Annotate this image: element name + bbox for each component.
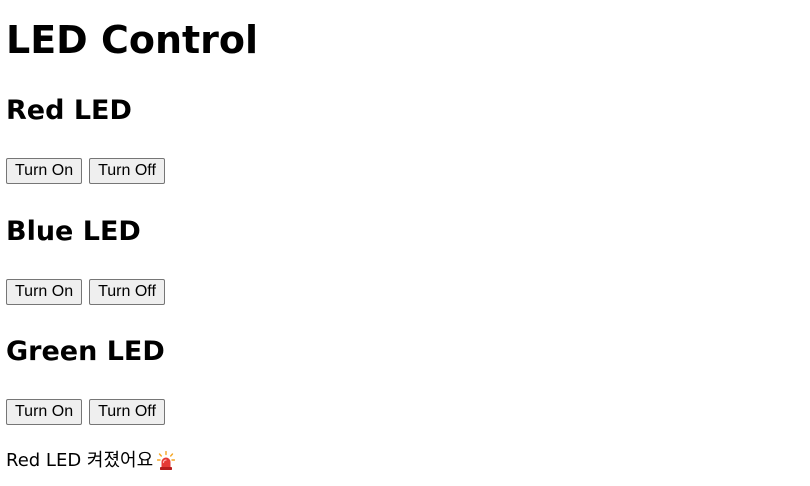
section-green-led: Green LED Turn On Turn Off — [6, 336, 165, 425]
red-led-turn-on-button[interactable]: Turn On — [6, 158, 83, 184]
blue-led-turn-on-button[interactable]: Turn On — [6, 279, 83, 305]
green-led-turn-on-button[interactable]: Turn On — [6, 399, 83, 425]
green-led-buttons: Turn On Turn Off — [6, 399, 165, 425]
red-led-heading: Red LED — [6, 95, 132, 126]
section-red-led: Red LED Turn On Turn Off — [6, 95, 165, 184]
blue-led-turn-off-button[interactable]: Turn Off — [89, 279, 165, 305]
green-led-turn-off-button[interactable]: Turn Off — [89, 399, 165, 425]
green-led-heading: Green LED — [6, 336, 165, 367]
blue-led-heading: Blue LED — [6, 216, 141, 247]
page-title: LED Control — [6, 18, 259, 62]
red-led-turn-off-button[interactable]: Turn Off — [89, 158, 165, 184]
section-blue-led: Blue LED Turn On Turn Off — [6, 216, 165, 305]
red-led-buttons: Turn On Turn Off — [6, 158, 165, 184]
rotating-light-icon — [156, 450, 176, 471]
blue-led-buttons: Turn On Turn Off — [6, 279, 165, 305]
status-text: Red LED 켜졌어요 — [6, 450, 154, 471]
status-message: Red LED 켜졌어요 — [6, 449, 176, 473]
